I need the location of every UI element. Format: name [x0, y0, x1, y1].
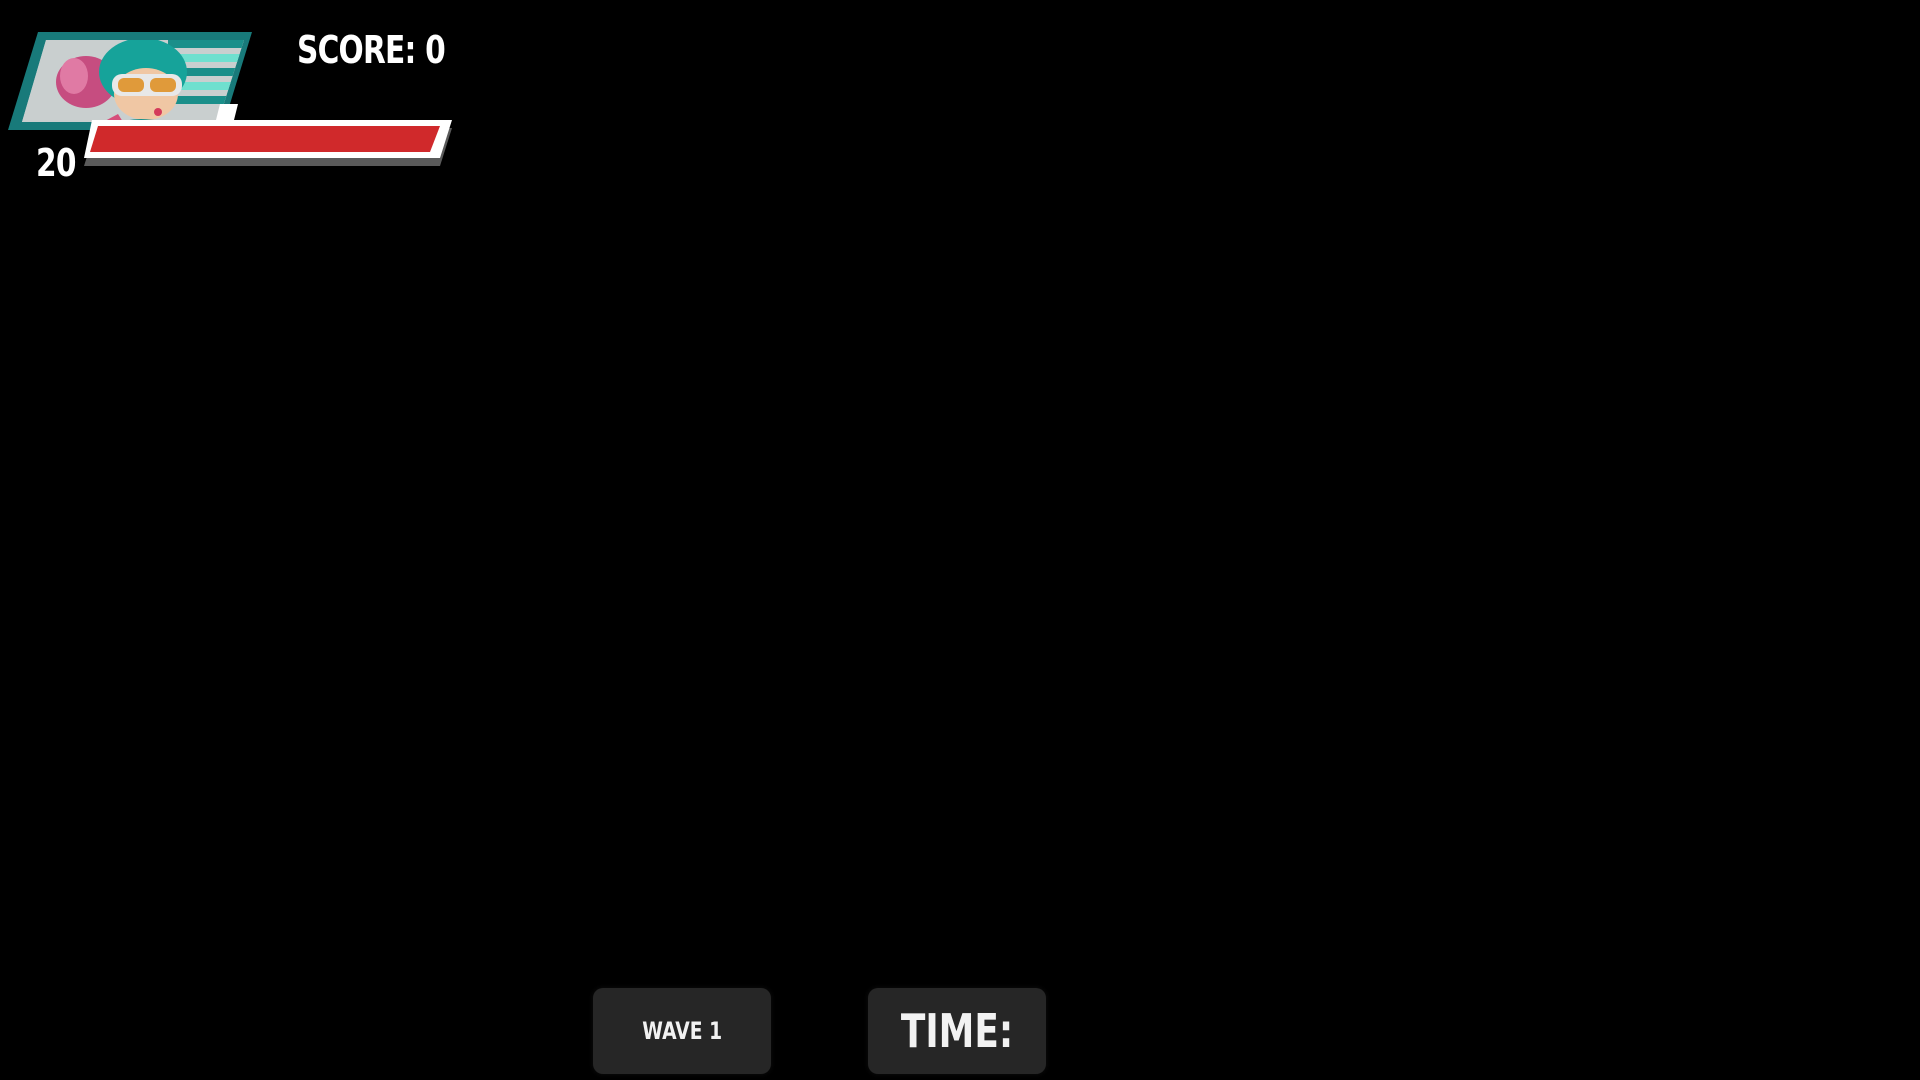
wave-panel: WAVE 1	[593, 988, 771, 1074]
time-label: TIME:	[900, 1004, 1014, 1058]
time-panel: TIME:	[868, 988, 1046, 1074]
level-number: 20	[36, 141, 76, 185]
health-bar-fill	[90, 126, 440, 152]
wave-label: WAVE 1	[642, 1017, 722, 1045]
health-bar	[84, 104, 452, 166]
score-label: SCORE: 0	[297, 28, 446, 72]
